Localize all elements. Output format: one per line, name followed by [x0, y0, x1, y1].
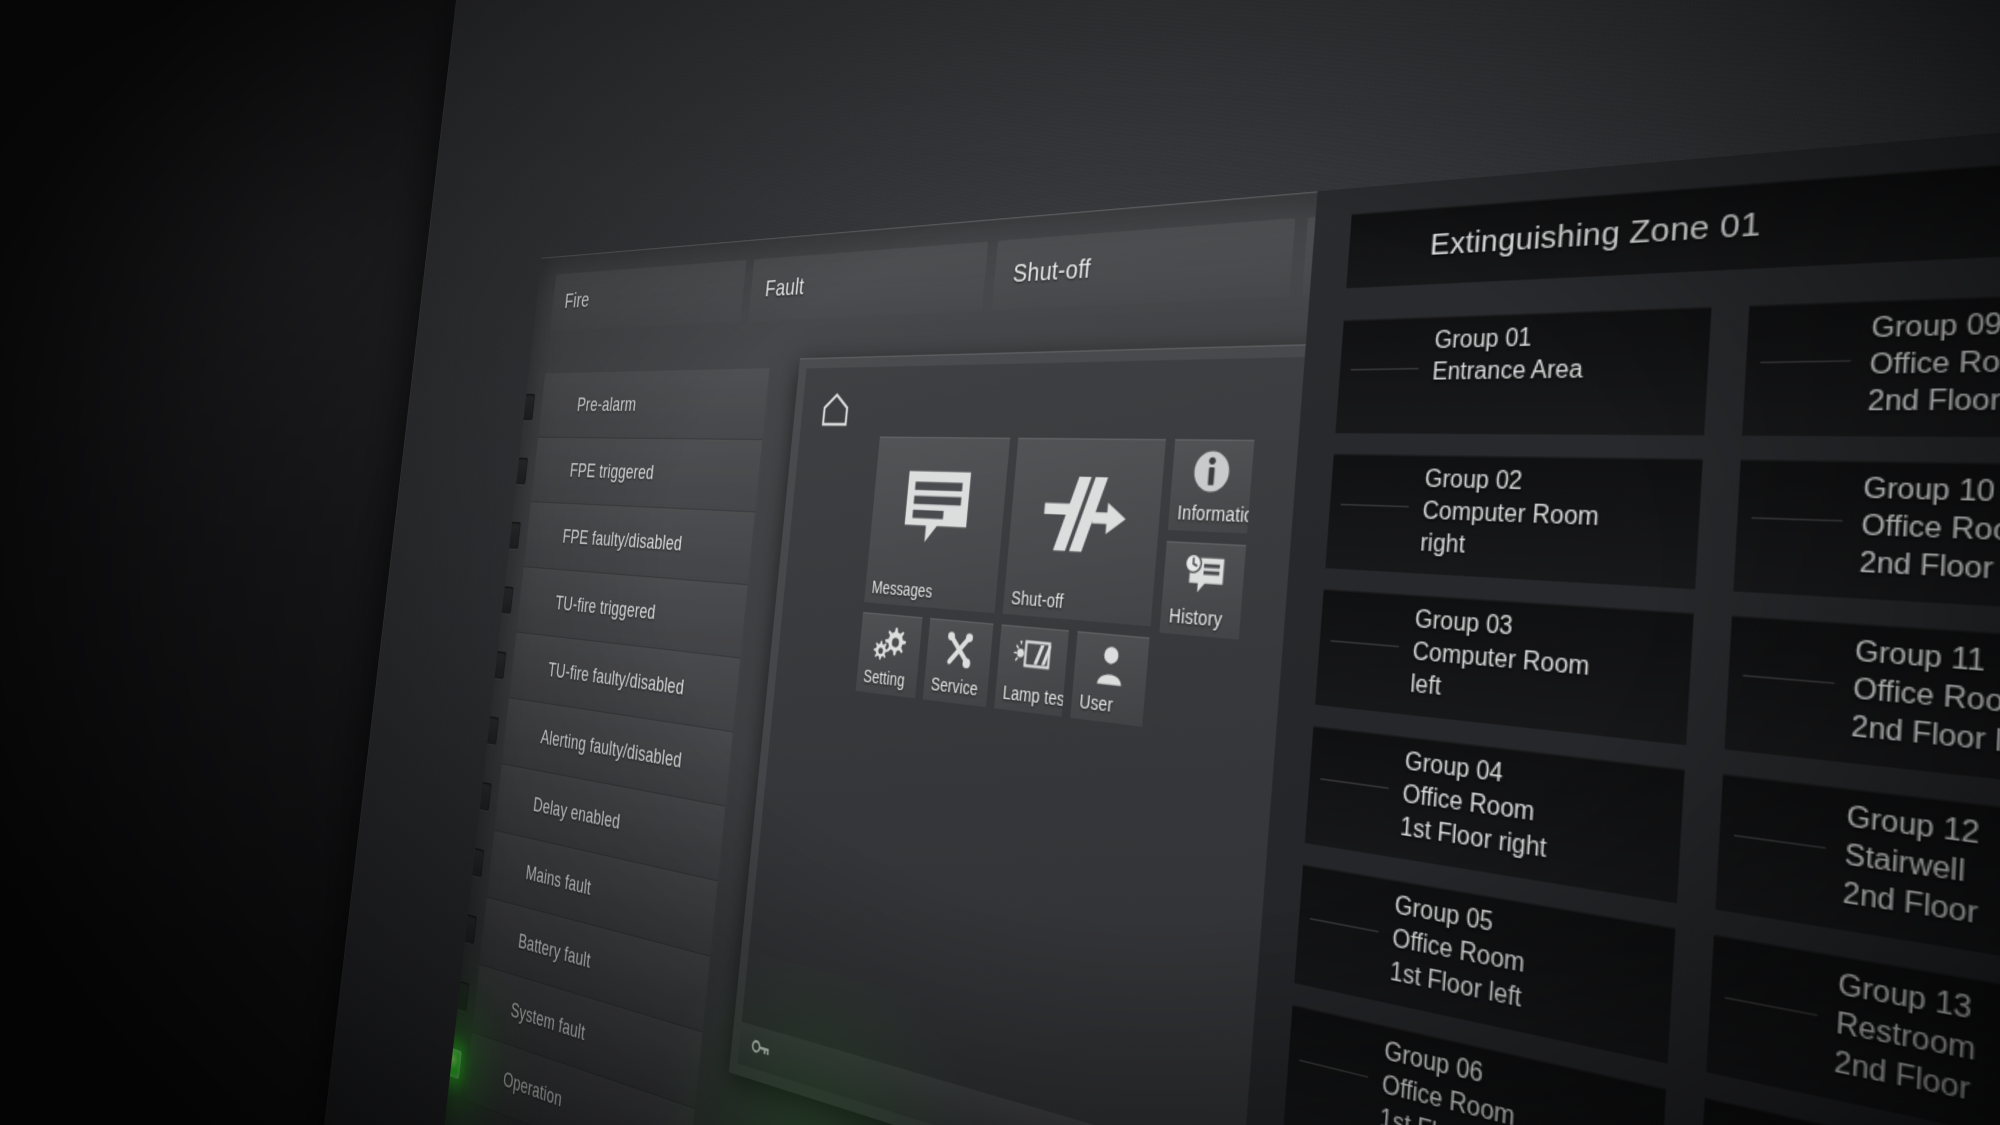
wrench-screwdriver-icon	[925, 618, 993, 681]
tile-label: History	[1168, 604, 1223, 631]
group-line1: Office Room	[1852, 674, 2000, 722]
status-cell-label: Shut-off	[1011, 254, 1092, 289]
group-line2: 2nd Floor Hallway	[1866, 384, 2000, 417]
screen-status-bar: |1:47:01 PM	[737, 1021, 2000, 1125]
tile-user[interactable]: User	[1070, 631, 1150, 727]
group-id: Group 10	[1862, 474, 1996, 509]
group-cell-empty[interactable]	[1696, 1097, 2000, 1125]
group-line1: Stairwell	[1843, 840, 1966, 889]
group-cell[interactable]: Group 09 Office Room 2nd Floor Hallway	[1742, 287, 2000, 439]
group-cell[interactable]: Group 13 Restroom 2nd Floor	[1706, 934, 2000, 1125]
tile-information[interactable]: Information	[1167, 439, 1255, 534]
indicator-row-alerting-faulty-disabled: Alerting faulty/disabled	[482, 698, 733, 807]
tile-label: Information	[1176, 501, 1255, 528]
tile-label: Service	[930, 673, 979, 700]
group-line2: 2nd Floor	[1841, 878, 1979, 931]
group-line1: Restroom	[1835, 1008, 1977, 1068]
group-id: Group 09	[1870, 310, 2000, 345]
touchscreen-display[interactable]: Messages Shut-off Information History Se…	[728, 316, 2000, 1125]
group-line2: 2nd Floor left	[1850, 711, 2000, 762]
operator-section: Fire Fault Shut-off Test state	[414, 146, 2000, 1125]
group-id: Group 13	[1837, 970, 1973, 1027]
tile-lamp-test[interactable]: Lamp test	[994, 624, 1070, 717]
group-line2: 1st Floor left	[1389, 958, 1523, 1013]
group-cell[interactable]: Group 03 Computer Room left	[1315, 588, 1694, 746]
lamp-test-icon	[997, 624, 1069, 689]
tile-label: Lamp test	[1001, 681, 1070, 711]
tile-label: User	[1078, 690, 1114, 717]
tile-service[interactable]: Service	[922, 617, 994, 708]
group-line1: Office Room	[1860, 511, 2000, 549]
group-cell[interactable]: Group 01 Entrance Area	[1335, 306, 1712, 436]
fire-alarm-control-panel: Fire Fault Shut-off Test state	[288, 0, 2000, 1125]
disconnect-arrow-icon	[1005, 438, 1166, 599]
group-cell[interactable]: Group 12 Stairwell 2nd Floor	[1715, 773, 2000, 993]
status-cell-blank-1[interactable]	[1707, 146, 2000, 278]
group-cell[interactable]: Group 11 Office Room 2nd Floor left	[1724, 615, 2000, 805]
status-cell-shutoff[interactable]: Shut-off	[992, 218, 1296, 311]
tile-label: Shut-off	[1010, 587, 1065, 613]
group-id: Group 11	[1854, 637, 1986, 679]
group-line2: right	[1419, 530, 1466, 559]
group-line1: Office Room	[1868, 346, 2000, 381]
group-line1: Office Room	[1381, 1071, 1516, 1125]
group-id: Group 05	[1393, 892, 1494, 938]
group-cell[interactable]: Group 05 Office Room 1st Floor left	[1294, 864, 1676, 1064]
group-line2: 2nd Floor	[1833, 1046, 1971, 1107]
group-id: Group 12	[1845, 802, 1981, 851]
scene-background: Fire Fault Shut-off Test state	[0, 0, 2000, 1125]
status-cell-fault[interactable]: Fault	[747, 241, 989, 322]
indicator-row-delay-enabled: Delay enabled	[474, 764, 726, 882]
user-icon	[1073, 631, 1150, 699]
zone-group-column-right: Group 09 Office Room 2nd Floor Hallway G…	[1678, 287, 2000, 1125]
info-circle-icon	[1170, 439, 1254, 505]
